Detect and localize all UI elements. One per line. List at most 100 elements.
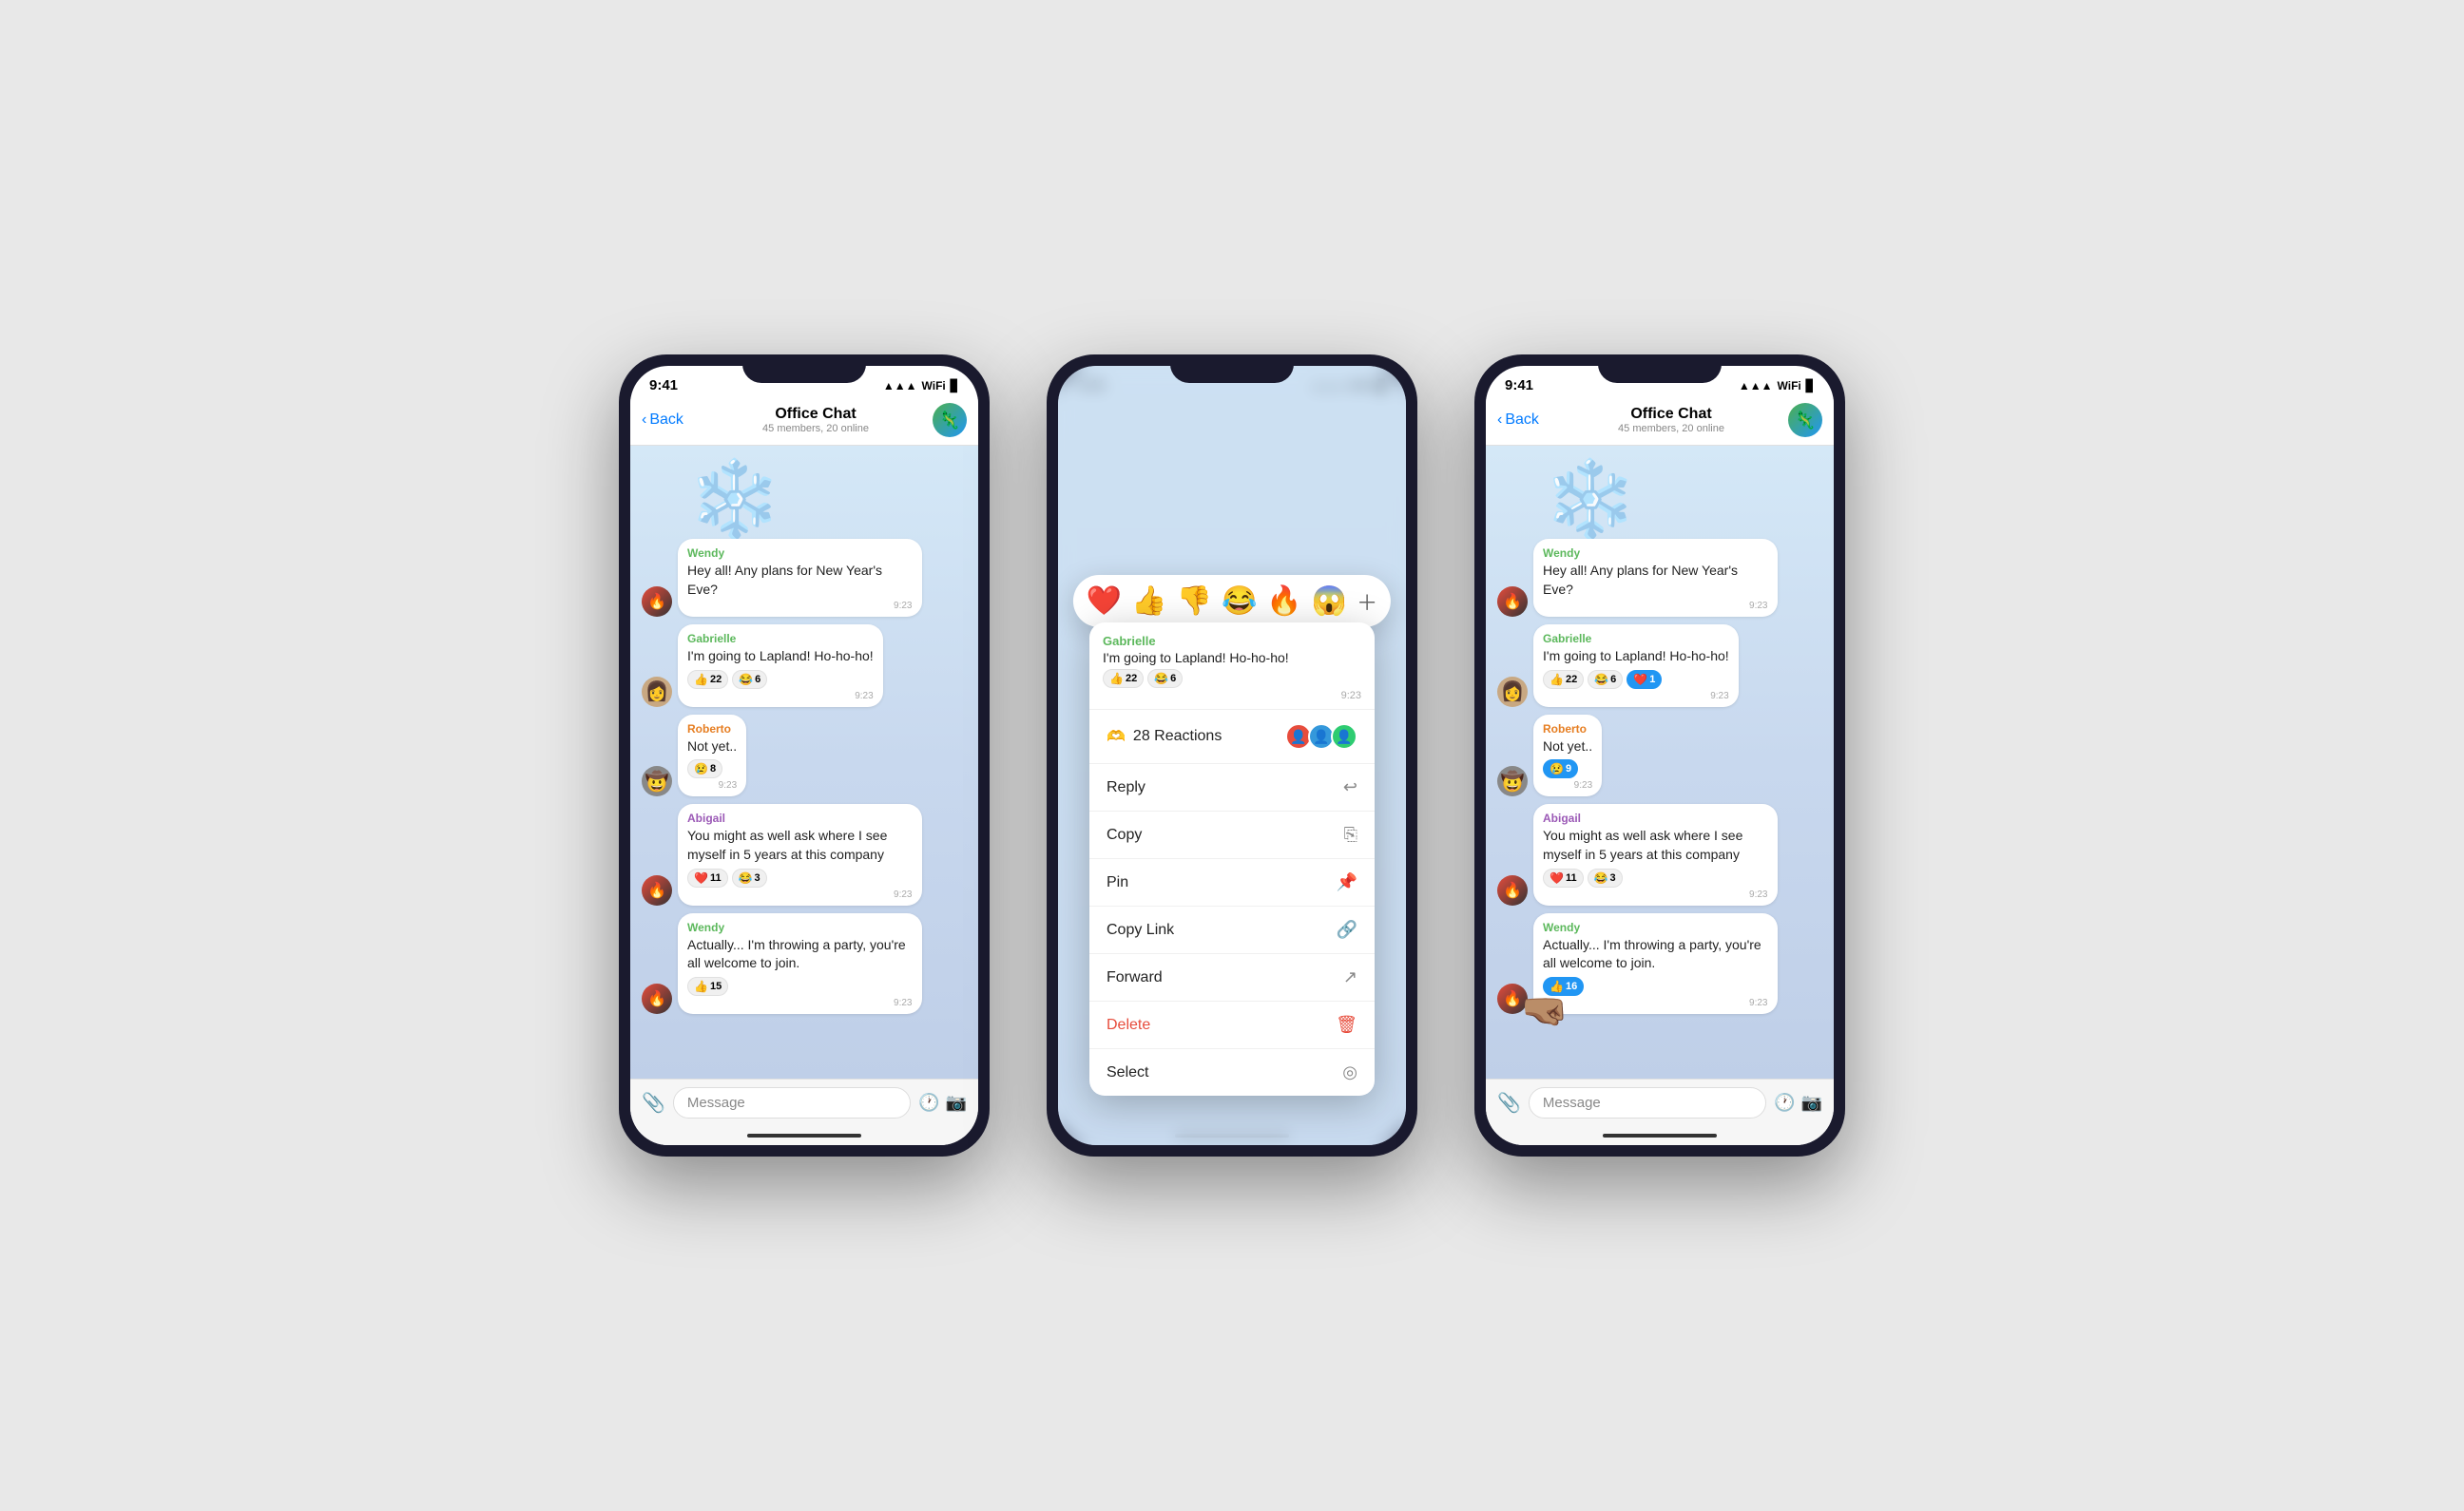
- avatar[interactable]: 🦎: [1788, 403, 1822, 437]
- msg-avatar: 🤠: [1497, 766, 1528, 796]
- wifi-icon: WiFi: [1778, 379, 1801, 392]
- back-label: Back: [1505, 411, 1539, 429]
- pin-menu-item[interactable]: Pin 📌: [1089, 859, 1375, 907]
- reaction-badge[interactable]: 😢8: [687, 759, 722, 778]
- attach-icon[interactable]: 📎: [642, 1091, 665, 1115]
- message-row: 🔥 Wendy Hey all! Any plans for New Year'…: [642, 539, 967, 617]
- message-row: 🔥 Wendy Actually... I'm throwing a party…: [642, 913, 967, 1014]
- middle-phone: 9:41 ▲▲▲ WiFi ▊ ❤️ 👍 👎 😂 🔥 😱 ＋ Gabrielle…: [1047, 354, 1417, 1157]
- more-emojis-button[interactable]: ＋: [1357, 586, 1377, 617]
- msg-bubble[interactable]: Wendy Actually... I'm throwing a party, …: [1533, 913, 1778, 1014]
- back-button[interactable]: ‹ Back: [1497, 411, 1554, 429]
- msg-time: 9:23: [687, 889, 913, 900]
- emoji-picker[interactable]: ❤️ 👍 👎 😂 🔥 😱 ＋: [1073, 575, 1391, 627]
- msg-avatar: 👩: [642, 677, 672, 707]
- msg-bubble[interactable]: Abigail You might as well ask where I se…: [678, 804, 922, 905]
- msg-bubble[interactable]: Wendy Hey all! Any plans for New Year's …: [1533, 539, 1778, 617]
- msg-bubble[interactable]: Wendy Hey all! Any plans for New Year's …: [678, 539, 922, 617]
- reaction-badge[interactable]: 👍22: [1543, 670, 1584, 689]
- reaction-badge[interactable]: 😂3: [1588, 869, 1623, 888]
- copy-menu-item[interactable]: Copy ⎘: [1089, 812, 1375, 859]
- forward-label: Forward: [1107, 969, 1163, 986]
- msg-time: 9:23: [1543, 601, 1768, 611]
- reaction-badge[interactable]: 👍22: [687, 670, 728, 689]
- camera-icon[interactable]: 📷: [1801, 1093, 1822, 1113]
- delete-icon: 🗑: [1336, 1015, 1357, 1035]
- copy-label: Copy: [1107, 827, 1142, 844]
- home-indicator: [1486, 1126, 1834, 1145]
- msg-bubble[interactable]: Gabrielle I'm going to Lapland! Ho-ho-ho…: [678, 624, 883, 707]
- reaction-badge[interactable]: 😂6: [1147, 669, 1183, 688]
- reply-menu-item[interactable]: Reply ↩: [1089, 764, 1375, 812]
- copy-link-menu-item[interactable]: Copy Link 🔗: [1089, 907, 1375, 954]
- msg-avatar: 🔥: [642, 875, 672, 906]
- reactions: ❤️11 😂3: [687, 869, 913, 888]
- msg-bubble[interactable]: Gabrielle I'm going to Lapland! Ho-ho-ho…: [1533, 624, 1739, 707]
- reaction-badge[interactable]: 👍22: [1103, 669, 1144, 688]
- reaction-badge-active[interactable]: 😢9: [1543, 759, 1578, 778]
- delete-menu-item[interactable]: Delete 🗑: [1089, 1002, 1375, 1049]
- message-input[interactable]: Message: [1529, 1087, 1766, 1119]
- message-input[interactable]: Message: [673, 1087, 911, 1119]
- chat-subtitle: 45 members, 20 online: [1554, 423, 1788, 434]
- reaction-badge-active[interactable]: ❤️1: [1627, 670, 1662, 689]
- emoji-laugh[interactable]: 😂: [1222, 584, 1257, 618]
- avatar[interactable]: 🦎: [933, 403, 967, 437]
- msg-time: 9:23: [1543, 889, 1768, 900]
- reaction-badge[interactable]: 👍15: [687, 977, 728, 996]
- msg-bubble[interactable]: Roberto Not yet.. 😢8 9:23: [678, 715, 746, 797]
- reply-label: Reply: [1107, 779, 1145, 796]
- msg-sender: Wendy: [687, 546, 913, 560]
- context-text: I'm going to Lapland! Ho-ho-ho!: [1103, 650, 1361, 665]
- clock-icon: 🕐: [918, 1093, 939, 1113]
- context-reactions: 👍22 😂6: [1103, 669, 1361, 688]
- reaction-badge[interactable]: 😂6: [732, 670, 767, 689]
- reactions-menu-item[interactable]: 🫶 28 Reactions 👤 👤 👤: [1089, 710, 1375, 764]
- message-row: 👩 Gabrielle I'm going to Lapland! Ho-ho-…: [1497, 624, 1822, 707]
- camera-icon[interactable]: 📷: [946, 1093, 967, 1113]
- msg-bubble[interactable]: Roberto Not yet.. 😢9 9:23: [1533, 715, 1602, 797]
- forward-menu-item[interactable]: Forward ↗: [1089, 954, 1375, 1002]
- reactions: 👍16: [1543, 977, 1768, 996]
- msg-sender: Roberto: [1543, 722, 1592, 736]
- emoji-fire[interactable]: 🔥: [1266, 584, 1301, 618]
- nav-title: Office Chat 45 members, 20 online: [1554, 406, 1788, 434]
- nav-bar: ‹ Back Office Chat 45 members, 20 online…: [1486, 397, 1834, 446]
- phone-screen: 9:41 ▲▲▲ WiFi ▊ ‹ Back Office Chat 45 me…: [630, 366, 978, 1145]
- msg-text: Hey all! Any plans for New Year's Eve?: [687, 562, 913, 599]
- reaction-badge[interactable]: 😂3: [732, 869, 767, 888]
- msg-time: 9:23: [687, 780, 737, 791]
- reaction-badge[interactable]: ❤️11: [687, 869, 728, 888]
- emoji-thumbsup[interactable]: 👍: [1131, 584, 1166, 618]
- chat-subtitle: 45 members, 20 online: [699, 423, 933, 434]
- select-menu-item[interactable]: Select ◎: [1089, 1049, 1375, 1096]
- msg-sender: Wendy: [1543, 546, 1768, 560]
- msg-avatar: 🔥: [642, 984, 672, 1014]
- emoji-heart[interactable]: ❤️: [1087, 584, 1122, 618]
- delete-label: Delete: [1107, 1017, 1150, 1034]
- chat-background: ❄️ 🔥 Wendy Hey all! Any plans for New Ye…: [630, 446, 978, 1079]
- msg-bubble[interactable]: Abigail You might as well ask where I se…: [1533, 804, 1778, 905]
- message-row: 🔥 Abigail You might as well ask where I …: [1497, 804, 1822, 905]
- home-indicator: [630, 1126, 978, 1145]
- context-sender: Gabrielle: [1103, 634, 1361, 648]
- nav-bar: ‹ Back Office Chat 45 members, 20 online…: [630, 397, 978, 446]
- message-row: 👩 Gabrielle I'm going to Lapland! Ho-ho-…: [642, 624, 967, 707]
- back-chevron-icon: ‹: [642, 411, 646, 429]
- reactions: 😢8: [687, 759, 737, 778]
- msg-avatar: 🔥: [1497, 586, 1528, 617]
- attach-icon[interactable]: 📎: [1497, 1091, 1521, 1115]
- reaction-badge[interactable]: ❤️11: [1543, 869, 1584, 888]
- msg-sender: Abigail: [1543, 812, 1768, 825]
- back-button[interactable]: ‹ Back: [642, 411, 699, 429]
- chat-background: ❄️ 🔥 Wendy Hey all! Any plans for New Ye…: [1486, 446, 1834, 1079]
- msg-sender: Abigail: [687, 812, 913, 825]
- msg-bubble[interactable]: Wendy Actually... I'm throwing a party, …: [678, 913, 922, 1014]
- reaction-badge[interactable]: 😂6: [1588, 670, 1623, 689]
- input-icons: 🕐 📷: [918, 1093, 967, 1113]
- reactions-label: 🫶 28 Reactions: [1107, 727, 1222, 746]
- msg-avatar: 👩: [1497, 677, 1528, 707]
- emoji-thumbsdown[interactable]: 👎: [1177, 584, 1212, 618]
- reaction-avatar-3: 👤: [1331, 723, 1357, 750]
- emoji-shock[interactable]: 😱: [1312, 584, 1347, 618]
